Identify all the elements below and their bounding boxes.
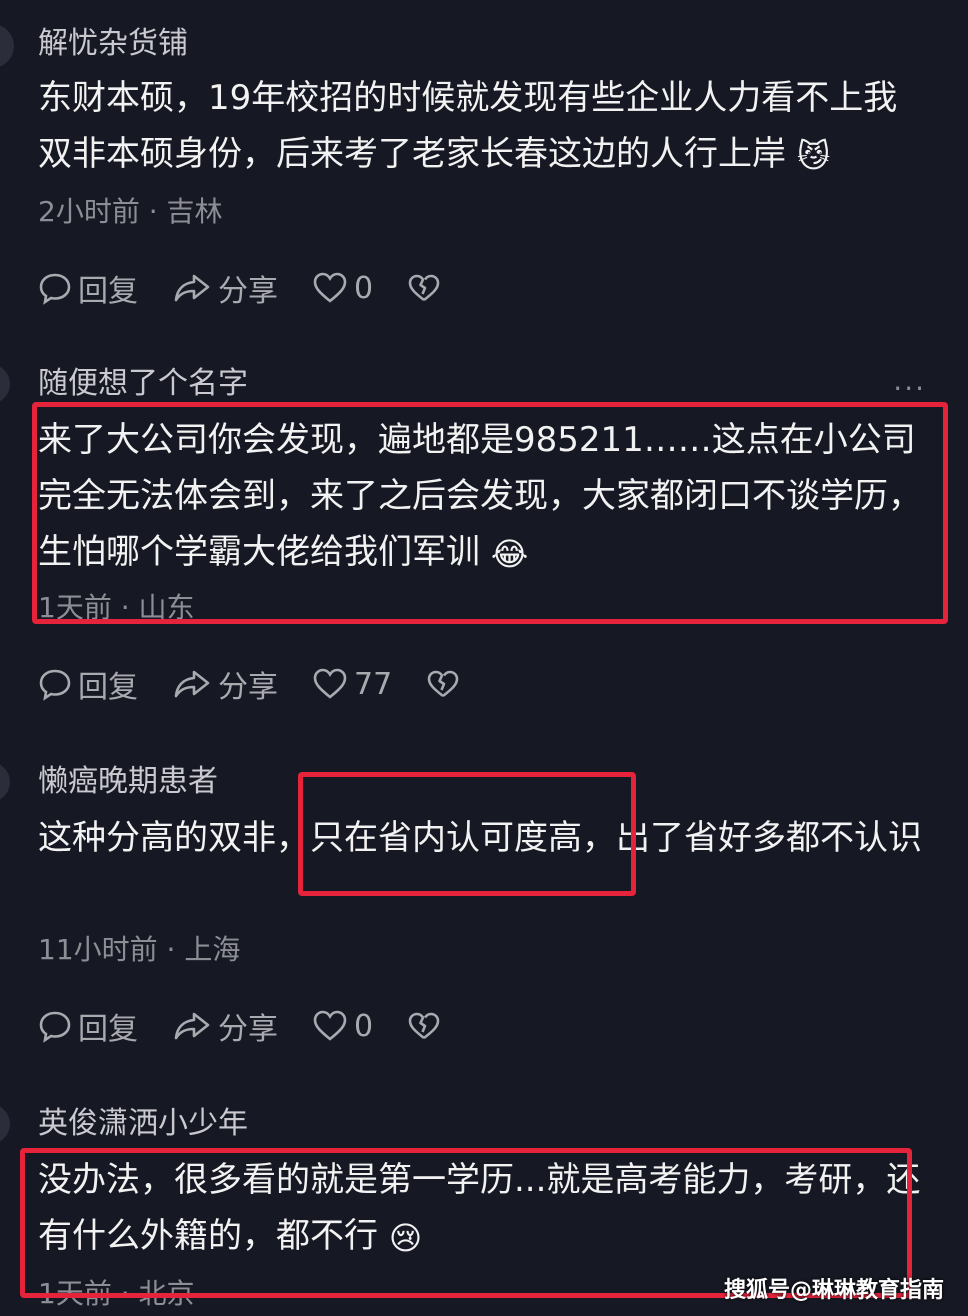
like-button[interactable]: 0 xyxy=(312,271,373,306)
comment-meta: 11小时前 · 上海 xyxy=(38,928,240,968)
broken-heart-icon xyxy=(408,1012,440,1040)
reply-label: 回复 xyxy=(78,670,138,705)
reply-label: 回复 xyxy=(78,1012,138,1047)
share-icon xyxy=(174,1012,210,1040)
cat-emoji-icon: 😼 xyxy=(796,136,831,175)
heart-icon xyxy=(313,668,347,699)
avatar[interactable] xyxy=(0,364,10,404)
dislike-button[interactable] xyxy=(426,668,466,700)
avatar[interactable] xyxy=(0,1104,10,1144)
comment-username[interactable]: 随便想了个名字 xyxy=(38,358,248,402)
reply-button[interactable]: 回复 xyxy=(38,266,138,310)
heart-icon xyxy=(313,272,347,303)
reply-button[interactable]: 回复 xyxy=(38,1004,138,1048)
share-button[interactable]: 分享 xyxy=(172,266,278,310)
like-count: 0 xyxy=(354,270,374,306)
comment-username[interactable]: 解忧杂货铺 xyxy=(38,18,188,62)
comment-username[interactable]: 英俊潇洒小少年 xyxy=(38,1098,248,1142)
like-button[interactable]: 0 xyxy=(312,1009,373,1044)
meta-separator: · xyxy=(157,933,185,966)
share-label: 分享 xyxy=(218,274,278,309)
comment-text: 东财本硕，19年校招的时候就发现有些企业人力看不上我双非本硕身份，后来考了老家长… xyxy=(38,78,898,174)
reply-icon xyxy=(39,273,71,305)
share-button[interactable]: 分享 xyxy=(172,1004,278,1048)
comment-username[interactable]: 懒癌晚期患者 xyxy=(38,756,218,800)
watermark: 搜狐号@琳琳教育指南 xyxy=(723,1278,944,1303)
reply-label: 回复 xyxy=(78,274,138,309)
share-label: 分享 xyxy=(218,670,278,705)
reply-icon xyxy=(39,1011,71,1043)
comment-location: 吉林 xyxy=(166,195,223,228)
broken-heart-icon xyxy=(427,670,459,698)
avatar[interactable] xyxy=(0,762,10,802)
share-icon xyxy=(174,670,210,698)
reply-icon xyxy=(39,669,71,701)
more-options-icon[interactable]: ··· xyxy=(893,372,926,405)
comment-actions: 回复 分享 0 xyxy=(38,1004,481,1048)
like-count: 77 xyxy=(354,666,393,702)
dislike-button[interactable] xyxy=(407,272,447,304)
comment-actions: 回复 分享 0 xyxy=(38,266,481,310)
share-label: 分享 xyxy=(218,1012,278,1047)
avatar[interactable] xyxy=(0,24,14,68)
meta-separator: · xyxy=(139,195,167,228)
reply-button[interactable]: 回复 xyxy=(38,662,138,706)
like-count: 0 xyxy=(354,1008,374,1044)
comment-actions: 回复 分享 77 xyxy=(38,662,500,706)
share-icon xyxy=(174,274,210,302)
comment-content: 东财本硕，19年校招的时候就发现有些企业人力看不上我双非本硕身份，后来考了老家长… xyxy=(38,70,928,184)
comment-location: 上海 xyxy=(184,933,241,966)
like-button[interactable]: 77 xyxy=(312,667,392,702)
highlight-box xyxy=(298,772,636,896)
comment-time: 11小时前 xyxy=(38,933,158,966)
comment-time: 2小时前 xyxy=(38,195,140,228)
broken-heart-icon xyxy=(408,274,440,302)
share-button[interactable]: 分享 xyxy=(172,662,278,706)
heart-icon xyxy=(313,1010,347,1041)
comment-meta: 2小时前 · 吉林 xyxy=(38,190,223,230)
dislike-button[interactable] xyxy=(407,1010,447,1042)
highlight-box xyxy=(32,402,948,624)
